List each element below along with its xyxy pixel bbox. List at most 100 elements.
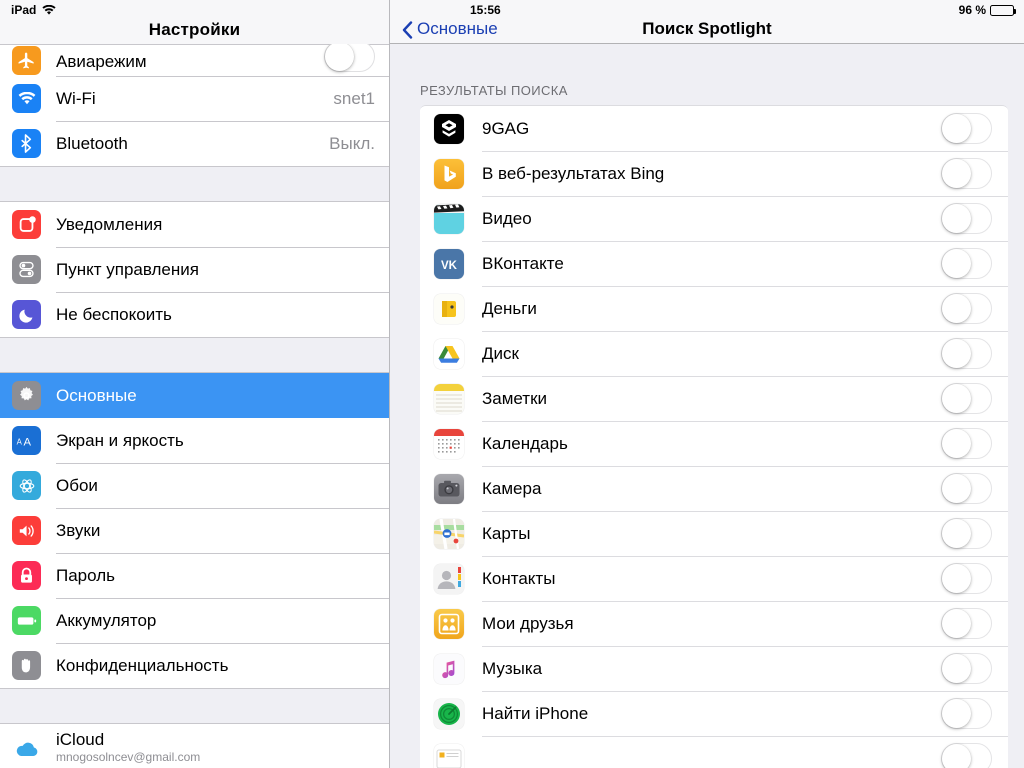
row-toggle-switch[interactable] (941, 473, 992, 504)
spotlight-search-detail-pane: 15:56 96 % Основные Поиск Spotlight РЕЗУ… (390, 0, 1024, 768)
row-toggle-switch[interactable] (941, 293, 992, 324)
sidebar-group-connectivity: Авиарежим Wi-Fi snet1 Bluetooth Выкл. (0, 44, 389, 167)
table-row[interactable] (420, 736, 1008, 768)
row-label: Заметки (482, 388, 548, 408)
sidebar-group-gap (0, 338, 389, 372)
row-label: В веб-результатах Bing (482, 163, 665, 183)
sidebar-group-gap (0, 167, 389, 201)
icloud-icon (12, 734, 41, 763)
row-toggle-switch[interactable] (941, 428, 992, 459)
maps-app-icon (434, 518, 464, 549)
row-toggle-switch[interactable] (941, 698, 992, 729)
device-label: iPad (11, 3, 37, 17)
sidebar-item-general[interactable]: Основные (0, 373, 389, 418)
table-row[interactable]: Диск (420, 331, 1008, 376)
svg-text:A: A (16, 437, 22, 446)
detail-navbar: Основные Поиск Spotlight (390, 19, 1024, 44)
sidebar-group-accounts: iCloud mnogosolncev@gmail.com (0, 723, 389, 768)
row-toggle-switch[interactable] (941, 203, 992, 234)
table-row[interactable]: Найти iPhone (420, 691, 1008, 736)
row-label: Календарь (482, 433, 568, 453)
camera-app-icon (434, 473, 464, 504)
sidebar-group-gap (0, 689, 389, 723)
row-label: Контакты (482, 568, 556, 588)
page-title: Настройки (148, 20, 241, 39)
news-app-icon (434, 743, 464, 768)
control-center-icon (12, 255, 41, 284)
sidebar-item-sounds[interactable]: Звуки (0, 508, 389, 553)
sidebar-group-system: Основные A A Экран и яркость Обои Звуки … (0, 372, 389, 689)
table-row[interactable]: Мои друзья (420, 601, 1008, 646)
row-toggle-switch[interactable] (941, 383, 992, 414)
table-row[interactable]: 9GAG (420, 106, 1008, 151)
sidebar-item-passcode[interactable]: Пароль (0, 553, 389, 598)
sidebar-item-label: Пункт управления (56, 259, 199, 279)
sidebar-item-label: Пароль (56, 565, 115, 585)
back-button[interactable]: Основные (402, 19, 498, 39)
switch-knob (942, 564, 971, 593)
row-toggle-switch[interactable] (941, 653, 992, 684)
sidebar-item-wallpaper[interactable]: Обои (0, 463, 389, 508)
switch-knob (942, 699, 971, 728)
battery-percent-label: 96 % (958, 3, 986, 17)
settings-sidebar: iPad Настройки Авиарежим Wi-Fi snet1 Blu… (0, 0, 390, 768)
switch-knob (942, 474, 971, 503)
table-row[interactable]: Заметки (420, 376, 1008, 421)
sidebar-item-label: Звуки (56, 520, 101, 540)
wifi-icon (12, 84, 41, 113)
sidebar-item-label: Bluetooth (56, 133, 128, 153)
table-row[interactable]: Видео (420, 196, 1008, 241)
row-toggle-switch[interactable] (941, 608, 992, 639)
table-row[interactable]: Календарь (420, 421, 1008, 466)
wallpaper-icon (12, 471, 41, 500)
row-label: Камера (482, 478, 542, 498)
switch-knob (942, 609, 971, 638)
sidebar-item-airplane-mode[interactable]: Авиарежим (0, 44, 389, 76)
row-toggle-switch[interactable] (941, 518, 992, 549)
sidebar-scroll-area[interactable]: Авиарежим Wi-Fi snet1 Bluetooth Выкл. Ув… (0, 44, 389, 768)
row-label: Видео (482, 208, 532, 228)
table-row[interactable]: Контакты (420, 556, 1008, 601)
row-toggle-switch[interactable] (941, 743, 992, 768)
bluetooth-icon (12, 129, 41, 158)
table-row[interactable]: В веб-результатах Bing (420, 151, 1008, 196)
status-bar-left: iPad (0, 0, 389, 20)
row-toggle-switch[interactable] (941, 563, 992, 594)
detail-scroll-area[interactable]: РЕЗУЛЬТАТЫ ПОИСКА 9GAG В веб-результатах… (390, 65, 1024, 768)
find-my-friends-app-icon (434, 608, 464, 639)
airplane-mode-switch[interactable] (324, 44, 375, 72)
sidebar-item-label: Авиарежим (56, 52, 147, 71)
money-wallet-app-icon (434, 293, 464, 324)
row-label: Диск (482, 343, 519, 363)
search-results-list: 9GAG В веб-результатах Bing Видео VK ВКо… (420, 105, 1008, 768)
passcode-lock-icon (12, 561, 41, 590)
section-header-search-results: РЕЗУЛЬТАТЫ ПОИСКА (420, 83, 568, 98)
sidebar-item-privacy[interactable]: Конфиденциальность (0, 643, 389, 688)
row-toggle-switch[interactable] (941, 248, 992, 279)
sidebar-item-label: Обои (56, 475, 98, 495)
sidebar-item-label: Аккумулятор (56, 610, 157, 630)
sidebar-item-display-brightness[interactable]: A A Экран и яркость (0, 418, 389, 463)
table-row[interactable]: Карты (420, 511, 1008, 556)
row-toggle-switch[interactable] (941, 158, 992, 189)
table-row[interactable]: Деньги (420, 286, 1008, 331)
row-toggle-switch[interactable] (941, 113, 992, 144)
sidebar-item-label: Уведомления (56, 214, 163, 234)
sidebar-item-control-center[interactable]: Пункт управления (0, 247, 389, 292)
display-brightness-icon: A A (12, 426, 41, 455)
sidebar-item-icloud[interactable]: iCloud mnogosolncev@gmail.com (0, 724, 389, 768)
row-toggle-switch[interactable] (941, 338, 992, 369)
switch-knob (942, 654, 971, 683)
sidebar-item-do-not-disturb[interactable]: Не беспокоить (0, 292, 389, 337)
table-row[interactable]: Музыка (420, 646, 1008, 691)
status-bar-battery: 96 % (958, 3, 1016, 17)
sidebar-item-wifi[interactable]: Wi-Fi snet1 (0, 76, 389, 121)
table-row[interactable]: Камера (420, 466, 1008, 511)
sidebar-item-notifications[interactable]: Уведомления (0, 202, 389, 247)
svg-text:A: A (23, 436, 31, 448)
sidebar-item-battery[interactable]: Аккумулятор (0, 598, 389, 643)
table-row[interactable]: VK ВКонтакте (420, 241, 1008, 286)
sidebar-item-bluetooth[interactable]: Bluetooth Выкл. (0, 121, 389, 166)
sidebar-item-label: Не беспокоить (56, 304, 172, 324)
airplane-icon (12, 46, 41, 75)
